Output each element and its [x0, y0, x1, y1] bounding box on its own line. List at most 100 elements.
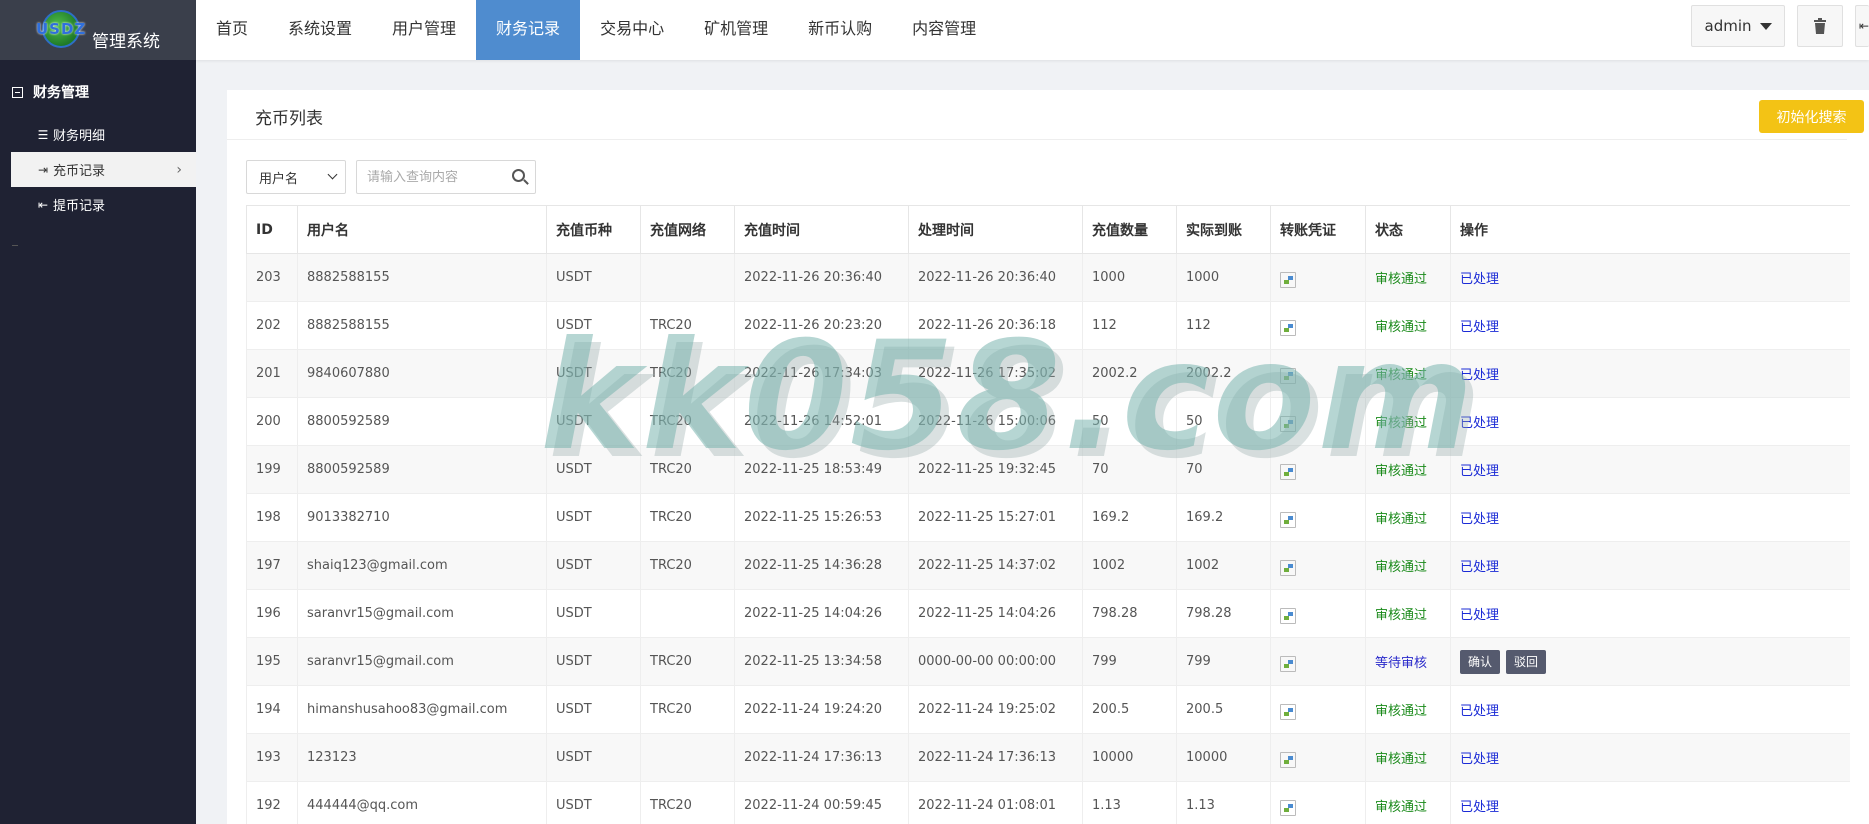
search-field-value: 用户名: [259, 171, 299, 187]
cell-net: TRC20: [640, 637, 735, 686]
cell-operation: 已处理: [1450, 397, 1850, 446]
panel-header: 充币列表: [227, 90, 1847, 140]
sidebar-item-deposit-records[interactable]: ⇥ 充币记录 ›: [11, 152, 196, 187]
search-icon[interactable]: [512, 169, 525, 182]
table-row: 201 9840607880 USDT TRC20 2022-11-26 17:34:0…: [246, 349, 1850, 398]
nav-item[interactable]: 矿机管理: [684, 0, 788, 60]
cell-net: TRC20: [640, 493, 735, 542]
reject-button[interactable]: 驳回: [1506, 649, 1547, 674]
cell-proc: 2022-11-26 15:00:06: [908, 397, 1083, 446]
cell-coin: USDT: [546, 253, 641, 302]
cell-received: 50: [1176, 397, 1271, 446]
nav-item[interactable]: 新币认购: [788, 0, 892, 60]
table-row: 203 8882588155 USDT 2022-11-26 20:36:40 2022…: [246, 253, 1850, 302]
cell-id: 203: [246, 253, 298, 302]
broken-image-icon[interactable]: [1280, 703, 1296, 720]
cell-id: 193: [246, 733, 298, 782]
cell-amount: 2002.2: [1082, 349, 1177, 398]
cell-coin: USDT: [546, 493, 641, 542]
cell-operation: 已处理: [1450, 541, 1850, 590]
cell-operation: 已处理: [1450, 253, 1850, 302]
nav-item[interactable]: 首页: [196, 0, 268, 60]
broken-image-icon[interactable]: [1280, 319, 1296, 336]
processed-link[interactable]: 已处理: [1460, 608, 1499, 623]
broken-image-icon[interactable]: [1280, 415, 1296, 432]
cell-id: 201: [246, 349, 298, 398]
logo[interactable]: USDZ 管理系统: [0, 0, 196, 60]
broken-image-icon[interactable]: [1280, 511, 1296, 528]
broken-image-icon[interactable]: [1280, 607, 1296, 624]
processed-link[interactable]: 已处理: [1460, 272, 1499, 287]
page-title: 充币列表: [255, 109, 323, 129]
search-input[interactable]: [367, 169, 507, 185]
sidebar-item-withdraw-records[interactable]: ⇤ 提币记录: [0, 187, 196, 222]
broken-image-icon[interactable]: [1280, 655, 1296, 672]
cell-status: 审核通过: [1365, 733, 1451, 782]
status-badge: 审核通过: [1375, 800, 1428, 815]
processed-link[interactable]: 已处理: [1460, 704, 1499, 719]
cell-status: 等待审核: [1365, 637, 1451, 686]
nav-item[interactable]: 系统设置: [268, 0, 372, 60]
cell-user: 8882588155: [297, 253, 547, 302]
cell-status: 审核通过: [1365, 397, 1451, 446]
cell-user: 9840607880: [297, 349, 547, 398]
sign-out-icon: ⇤: [1858, 19, 1869, 33]
cell-time: 2022-11-25 14:36:28: [734, 541, 909, 590]
sidebar-item-finance-detail[interactable]: ☰ 财务明细: [0, 117, 196, 152]
nav-item[interactable]: 内容管理: [892, 0, 996, 60]
clear-cache-button[interactable]: [1797, 5, 1843, 47]
confirm-button[interactable]: 确认: [1460, 649, 1501, 674]
broken-image-icon[interactable]: [1280, 799, 1296, 816]
chevron-down-icon: [327, 169, 338, 180]
cell-proof: [1270, 397, 1366, 446]
admin-user-dropdown[interactable]: admin: [1691, 5, 1785, 47]
table-row: 195 saranvr15@gmail.com USDT TRC20 2022-11-2…: [246, 637, 1850, 686]
cell-net: TRC20: [640, 445, 735, 494]
processed-link[interactable]: 已处理: [1460, 464, 1499, 479]
cell-id: 196: [246, 589, 298, 638]
processed-link[interactable]: 已处理: [1460, 512, 1499, 527]
deposit-table: ID 用户名 充值币种 充值网络 充值时间 处理时间 充值数量 实际到账 转账凭证 状态 操作 20…: [246, 205, 1850, 824]
table-row: 193 123123 USDT 2022-11-24 17:36:13 2022-11-…: [246, 733, 1850, 782]
nav-item[interactable]: 财务记录: [476, 0, 581, 60]
table-row: 197 shaiq123@gmail.com USDT TRC20 2022-11-25…: [246, 541, 1850, 590]
table-row: 199 8800592589 USDT TRC20 2022-11-25 18:53:4…: [246, 445, 1850, 494]
reset-search-button[interactable]: 初始化搜索: [1759, 100, 1864, 133]
processed-link[interactable]: 已处理: [1460, 320, 1499, 335]
cell-user: saranvr15@gmail.com: [297, 589, 547, 638]
cell-user: 8882588155: [297, 301, 547, 350]
nav-item[interactable]: 交易中心: [580, 0, 684, 60]
processed-link[interactable]: 已处理: [1460, 752, 1499, 767]
processed-link[interactable]: 已处理: [1460, 368, 1499, 383]
table-row: 198 9013382710 USDT TRC20 2022-11-25 15:26:5…: [246, 493, 1850, 542]
processed-link[interactable]: 已处理: [1460, 800, 1499, 815]
processed-link[interactable]: 已处理: [1460, 560, 1499, 575]
table-header-row: ID 用户名 充值币种 充值网络 充值时间 处理时间 充值数量 实际到账 转账凭证 状态 操作: [246, 205, 1850, 254]
logout-button[interactable]: ⇤: [1855, 5, 1869, 47]
cell-time: 2022-11-25 15:26:53: [734, 493, 909, 542]
cell-proc: 2022-11-24 19:25:02: [908, 685, 1083, 734]
sidebar-group-finance[interactable]: 财务管理: [0, 76, 196, 108]
cell-coin: USDT: [546, 541, 641, 590]
collapse-box-icon: [12, 86, 23, 98]
cell-user: 123123: [297, 733, 547, 782]
broken-image-icon[interactable]: [1280, 751, 1296, 768]
column-header: 转账凭证: [1270, 205, 1366, 254]
status-badge: 审核通过: [1375, 704, 1428, 719]
search-field-select[interactable]: 用户名: [246, 160, 346, 194]
broken-image-icon[interactable]: [1280, 463, 1296, 480]
nav-item[interactable]: 用户管理: [372, 0, 476, 60]
sidebar-item-label: 提币记录: [53, 199, 106, 214]
broken-image-icon[interactable]: [1280, 559, 1296, 576]
broken-image-icon[interactable]: [1280, 367, 1296, 384]
cell-status: 审核通过: [1365, 349, 1451, 398]
cell-status: 审核通过: [1365, 253, 1451, 302]
cell-id: 199: [246, 445, 298, 494]
cell-amount: 50: [1082, 397, 1177, 446]
status-badge: 审核通过: [1375, 272, 1428, 287]
cell-id: 202: [246, 301, 298, 350]
processed-link[interactable]: 已处理: [1460, 416, 1499, 431]
cell-proc: 2022-11-25 15:27:01: [908, 493, 1083, 542]
broken-image-icon[interactable]: [1280, 271, 1296, 288]
cell-operation: 已处理: [1450, 493, 1850, 542]
